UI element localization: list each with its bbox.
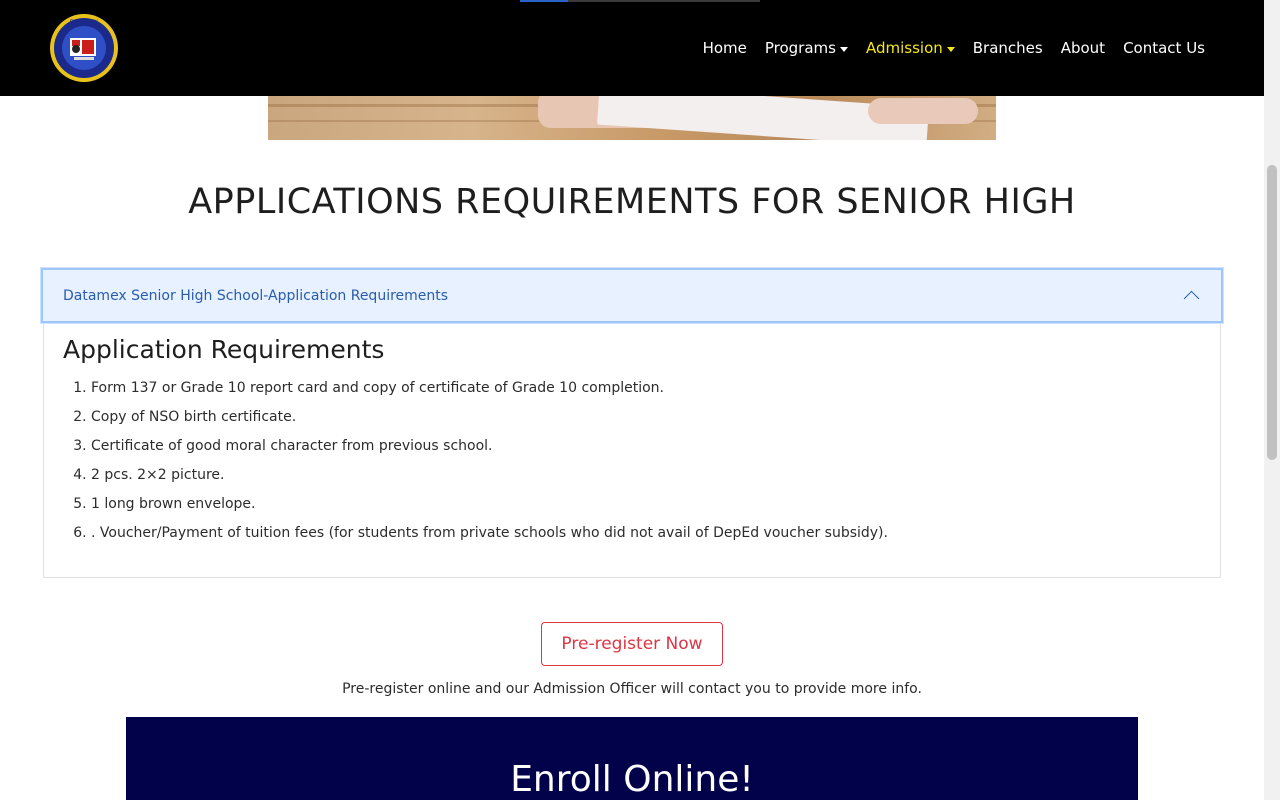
requirements-accordion: Datamex Senior High School-Application R… xyxy=(41,268,1223,578)
list-item: 3. Certificate of good moral character f… xyxy=(73,438,493,454)
nav-contact-us[interactable]: Contact Us xyxy=(1114,39,1214,57)
caret-down-icon xyxy=(839,46,848,52)
requirements-heading: Application Requirements xyxy=(63,335,385,364)
navbar: DATAMEX Home Programs Admission Branches… xyxy=(0,0,1264,96)
list-item: 1. Form 137 or Grade 10 report card and … xyxy=(73,380,665,396)
nav-about[interactable]: About xyxy=(1052,39,1114,57)
nav-programs-label: Programs xyxy=(764,39,836,57)
nav-admission[interactable]: Admission xyxy=(857,39,964,57)
accordion-header-label: Datamex Senior High School-Application R… xyxy=(63,287,449,304)
page-scrollbar[interactable] xyxy=(1264,0,1280,800)
accordion-body: Application Requirements 1. Form 137 or … xyxy=(63,335,1210,552)
caret-down-icon xyxy=(946,46,955,52)
nav-home[interactable]: Home xyxy=(694,39,756,57)
enroll-online-banner: Enroll Online! xyxy=(126,717,1138,800)
pre-register-note: Pre-register online and our Admission Of… xyxy=(342,681,922,697)
list-item: 2. Copy of NSO birth certificate. xyxy=(73,409,297,425)
list-item: 4. 2 pcs. 2×2 picture. xyxy=(73,467,225,483)
scrollbar-thumb[interactable] xyxy=(1267,165,1277,460)
page-title: APPLICATIONS REQUIREMENTS FOR SENIOR HIG… xyxy=(188,182,1076,222)
svg-text:DATAMEX: DATAMEX xyxy=(70,19,99,26)
nav-branches[interactable]: Branches xyxy=(964,39,1052,57)
enroll-online-title: Enroll Online! xyxy=(510,759,754,800)
accordion-header[interactable]: Datamex Senior High School-Application R… xyxy=(41,268,1223,323)
nav-admission-label: Admission xyxy=(865,39,943,57)
datamex-logo[interactable]: DATAMEX xyxy=(44,12,124,84)
chevron-up-icon xyxy=(1183,290,1200,307)
list-item: 5. 1 long brown envelope. xyxy=(73,496,256,512)
nav-about-label: About xyxy=(1060,39,1106,57)
nav-menu: Home Programs Admission Branches About C… xyxy=(694,0,1214,96)
nav-home-label: Home xyxy=(702,39,747,57)
requirements-list: 1. Form 137 or Grade 10 report card and … xyxy=(63,378,1210,552)
nav-branches-label: Branches xyxy=(972,39,1043,57)
list-item: 6. . Voucher/Payment of tuition fees (fo… xyxy=(73,525,888,541)
nav-programs[interactable]: Programs xyxy=(756,39,857,57)
nav-contact-us-label: Contact Us xyxy=(1123,39,1205,57)
pre-register-button[interactable]: Pre-register Now xyxy=(541,622,723,666)
